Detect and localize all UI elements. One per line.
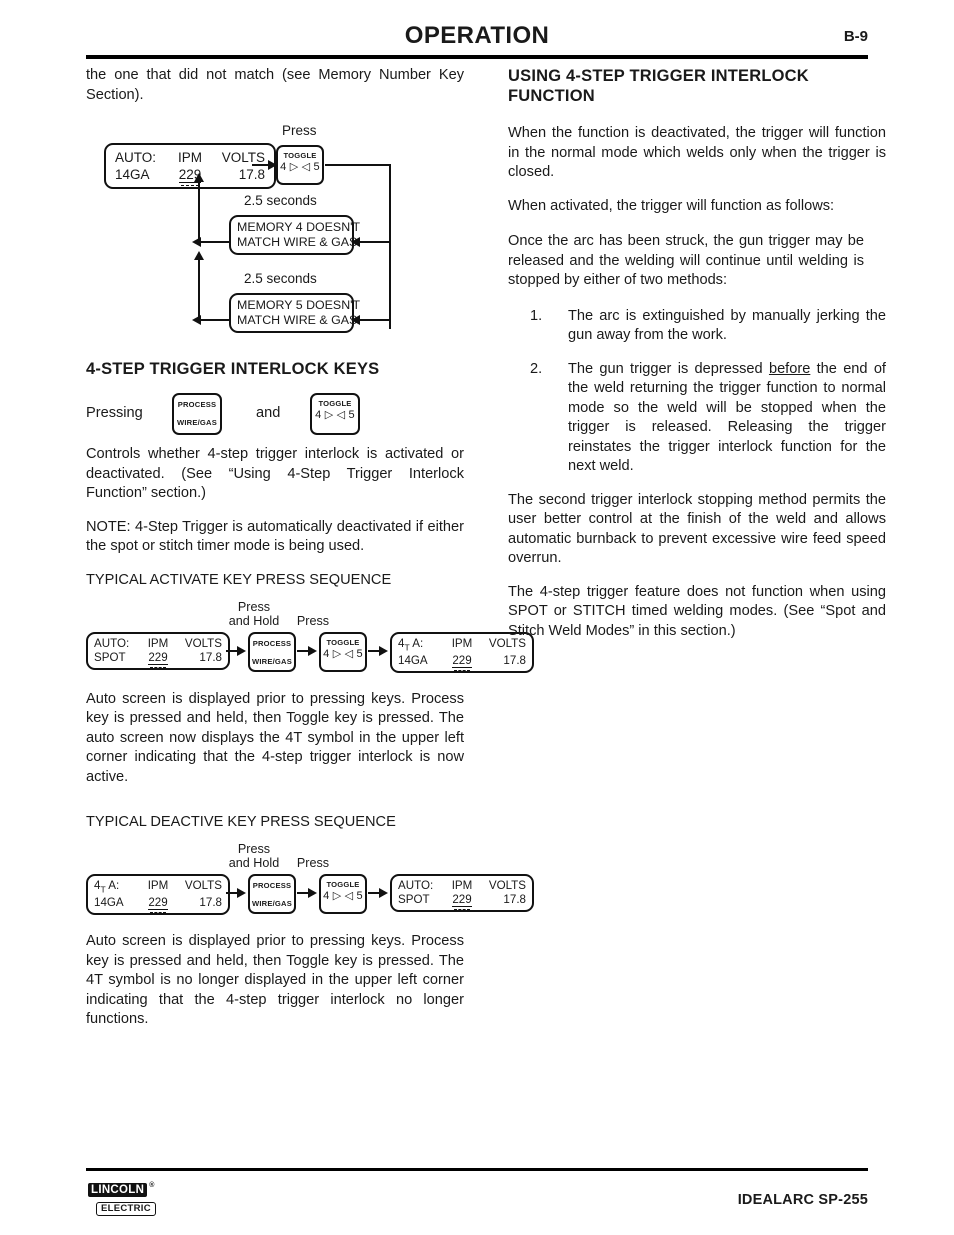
lincoln-electric-logo: LINCOLN ® ELECTRIC — [88, 1180, 166, 1216]
memory-mismatch-diagram: Press AUTO: IPM VOLTS 14GA 229 17.8 TOGGLE 4… — [86, 119, 464, 349]
auto-display-panel: AUTO: IPM VOLTS 14GA 229 17.8 — [104, 143, 276, 189]
connector-line — [252, 164, 269, 166]
footer-model-name: IDEALARC SP-255 — [737, 1192, 868, 1208]
arrow-head-icon — [351, 315, 360, 325]
toggle-key[interactable]: TOGGLE 4 ▷ ◁ 5 — [319, 874, 367, 914]
registered-trademark-icon: ® — [149, 1181, 155, 1189]
press-and-hold-label: Press and Hold — [228, 599, 280, 628]
paragraph-deactivated: When the function is deactivated, the tr… — [508, 125, 886, 180]
display-line-1: AUTO: IPM VOLTS — [115, 150, 265, 165]
right-column: USING 4-STEP TRIGGER INTERLOCK FUNCTION … — [508, 66, 886, 641]
list-item: 1. The arc is extinguished by manually je… — [530, 307, 886, 344]
arrow-head-icon — [379, 888, 388, 898]
footer-divider — [86, 1168, 868, 1171]
display-panel-after: AUTO: IPM VOLTS SPOT 229 17.8 — [390, 874, 534, 912]
paragraph-arc-struck: Once the arc has been struck, the gun tr… — [508, 233, 864, 288]
press-label: Press — [282, 123, 317, 138]
deactive-description: Auto screen is displayed prior to pressi… — [86, 933, 464, 1027]
arrow-head-icon — [308, 645, 317, 656]
process-wire-gas-key[interactable]: PROCESS WIRE/GAS — [248, 874, 296, 914]
note-paragraph: NOTE: 4-Step Trigger is automatically de… — [86, 518, 464, 555]
connector-line — [356, 319, 390, 321]
process-wire-gas-key[interactable]: PROCESS WIRE/GAS — [248, 631, 296, 672]
display-panel-before: AUTO: IPM VOLTS SPOT 229 17.8 — [86, 631, 230, 670]
connector-line — [389, 164, 391, 329]
left-column: the one that did not match (see Memory N… — [86, 66, 534, 1030]
section-heading-using-interlock: USING 4-STEP TRIGGER INTERLOCK FUNCTION — [508, 67, 809, 105]
page-title: OPERATION — [404, 22, 550, 49]
arrow-head-icon — [308, 888, 317, 898]
toggle-key[interactable]: TOGGLE 4 ▷ ◁ 5 — [310, 393, 360, 435]
press-and-hold-label: Press and Hold — [228, 842, 280, 870]
connector-line — [356, 241, 390, 243]
controls-paragraph: Controls whether 4-step trigger interloc… — [86, 446, 464, 501]
activate-subheading: TYPICAL ACTIVATE KEY PRESS SEQUENCE — [86, 571, 392, 588]
press-label: Press — [296, 613, 330, 628]
arrow-head-icon — [237, 645, 246, 656]
deactive-sequence-diagram: Press and Hold Press 4T A: IPM VOLTS 14GA 2… — [86, 842, 534, 918]
memory-4-message: MEMORY 4 DOESN'T MATCH WIRE & GAS — [229, 215, 360, 255]
emphasis-before: before — [768, 360, 811, 377]
arrow-head-icon — [194, 173, 204, 182]
arrow-head-icon — [194, 251, 204, 260]
list-item: 2. The gun trigger is depressed before th… — [530, 360, 886, 475]
page-number: B-9 — [843, 28, 868, 45]
toggle-key[interactable]: TOGGLE 4 ▷ ◁ 5 — [319, 631, 367, 672]
intro-paragraph: the one that did not match (see Memory N… — [86, 67, 464, 103]
deactive-subheading: TYPICAL DEACTIVE KEY PRESS SEQUENCE — [86, 814, 396, 830]
arrow-head-icon — [237, 888, 246, 898]
paragraph-second-method: The second trigger interlock stopping me… — [508, 491, 886, 567]
connector-line — [198, 319, 230, 321]
pressing-label: Pressing — [86, 405, 143, 421]
arrow-head-icon — [351, 237, 360, 247]
toggle-key[interactable]: TOGGLE 4 ▷ ◁ 5 — [276, 145, 324, 185]
memory-5-message: MEMORY 5 DOESN'T MATCH WIRE & GAS — [229, 293, 360, 333]
connector-line — [325, 164, 391, 166]
display-line-2: 14GA 229 17.8 — [115, 167, 265, 183]
connector-line — [198, 241, 230, 243]
display-panel-before: 4T A: IPM VOLTS 14GA 229 17.8 — [86, 874, 230, 916]
logo-lincoln-text: LINCOLN — [88, 1183, 148, 1197]
activate-description: Auto screen is displayed prior to pressi… — [86, 690, 464, 785]
pressing-keys-row: Pressing PROCESS WIRE/GAS and TOGGLE 4 ▷… — [86, 389, 464, 445]
arrow-head-icon — [379, 645, 388, 656]
arrow-head-icon — [268, 160, 277, 170]
page-header: OPERATION B-9 — [86, 22, 868, 56]
connector-line — [198, 181, 200, 243]
paragraph-activated-intro: When activated, the trigger will functio… — [508, 197, 835, 214]
process-wire-gas-key[interactable]: PROCESS WIRE/GAS — [172, 393, 222, 435]
logo-electric-text: ELECTRIC — [96, 1202, 156, 1216]
header-divider — [86, 55, 868, 59]
methods-list: 1. The arc is extinguished by manually je… — [508, 307, 886, 477]
press-label: Press — [296, 856, 330, 870]
section-heading-interlock-keys: 4-STEP TRIGGER INTERLOCK KEYS — [86, 360, 380, 378]
and-label: and — [256, 405, 281, 421]
timer-label-1: 2.5 seconds — [244, 193, 317, 208]
timer-label-2: 2.5 seconds — [244, 271, 317, 286]
paragraph-spot-stitch: The 4-step trigger feature does not func… — [508, 583, 886, 639]
connector-line — [198, 259, 200, 321]
activate-sequence-diagram: Press and Hold Press AUTO: IPM VOLTS SPOT 2… — [86, 599, 534, 676]
